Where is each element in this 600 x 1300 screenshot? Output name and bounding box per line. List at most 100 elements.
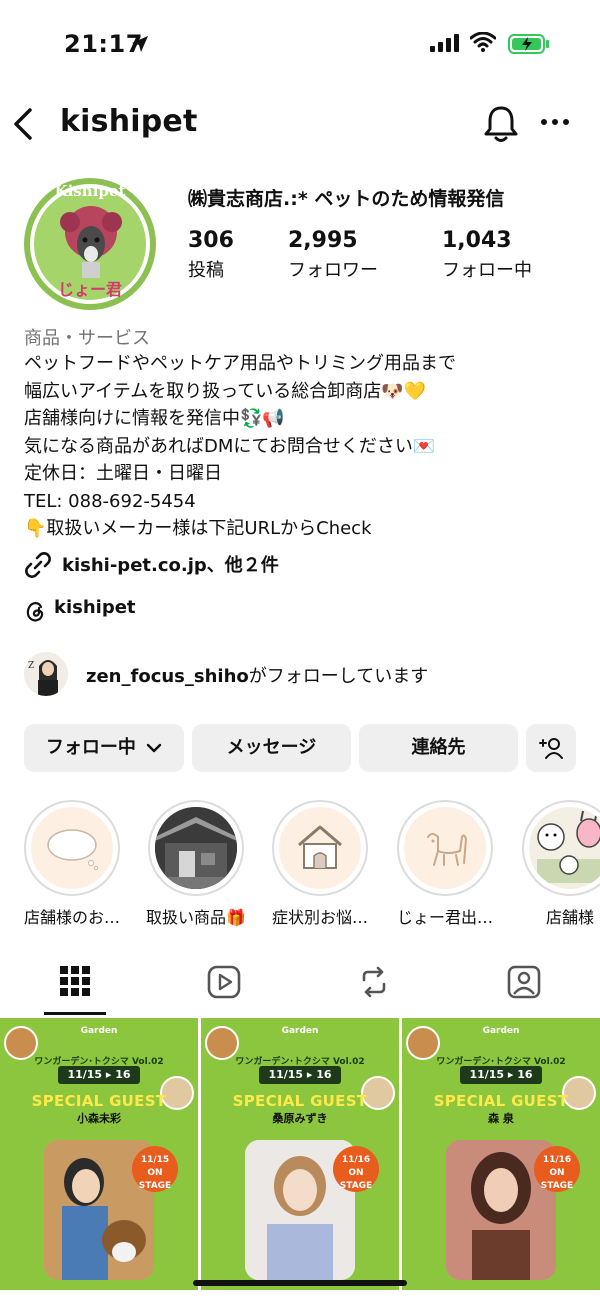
follower-username[interactable]: zen_focus_shiho: [86, 666, 249, 687]
on-stage-badge: 11/16 ON STAGE: [333, 1146, 379, 1192]
post-tile[interactable]: Garden ワンガーデン･トクシマ Vol.02 11/15 ▸ 16 SPE…: [0, 1018, 198, 1290]
home-indicator[interactable]: [193, 1280, 407, 1286]
highlight-label: 店舗様のお…: [23, 908, 120, 927]
tab-reposts[interactable]: [356, 964, 392, 1004]
location-arrow-icon: [130, 34, 150, 58]
add-person-button[interactable]: [526, 724, 576, 772]
followed-by[interactable]: Z zen_focus_shihoがフォローしています: [24, 652, 584, 696]
highlight-joe[interactable]: じょー君出…: [395, 800, 495, 928]
highlight-label: じょー君出…: [396, 908, 493, 927]
followed-by-text: zen_focus_shihoがフォローしています: [86, 662, 428, 688]
post-tile[interactable]: Garden ワンガーデン･トクシマ Vol.02 11/15 ▸ 16 SPE…: [402, 1018, 600, 1290]
post-dates: 11/15 ▸ 16: [259, 1066, 341, 1084]
bio-line: 幅広いアイテムを取り扱っている総合卸商店🐶💛: [24, 380, 427, 402]
stat-followers[interactable]: 2,995 フォロワー: [288, 228, 378, 282]
contact-button[interactable]: 連絡先: [359, 724, 518, 772]
post-headline: SPECIAL GUEST: [31, 1092, 167, 1110]
more-options-icon[interactable]: [540, 112, 570, 131]
on-stage-badge: 11/16 ON STAGE: [534, 1146, 580, 1192]
bio-line: TEL: 088-692-5454: [24, 490, 196, 512]
followed-by-suffix: がフォローしています: [248, 666, 429, 687]
badge-date: 11/16: [542, 1155, 572, 1165]
header-username: kishipet: [60, 104, 198, 139]
post-dates: 11/15 ▸ 16: [58, 1066, 140, 1084]
bio-line: 気になる商品があればDMにてお問合せください💌: [24, 435, 436, 457]
display-name: ㈱貴志商店.:* ペットのため情報発信: [188, 188, 505, 210]
badge-text: ON STAGE: [540, 1168, 574, 1191]
post-brand: Garden: [482, 1026, 520, 1036]
bio-line: 定休日：土曜日・日曜日: [24, 463, 222, 484]
dog-photo-icon: [60, 206, 122, 278]
bio-line: 👇取扱いメーカー様は下記URLからCheck: [24, 518, 372, 539]
stat-following[interactable]: 1,043 フォロー中: [442, 228, 532, 282]
stat-value: 2,995: [288, 228, 358, 253]
post-guest-name: 森 泉: [488, 1112, 514, 1125]
message-button-label: メッセージ: [226, 737, 317, 758]
highlight-symptoms[interactable]: 症状別お悩…: [270, 800, 370, 928]
svg-text:Z: Z: [28, 661, 34, 671]
highlight-label: 取扱い商品🎁: [146, 908, 246, 927]
following-button-label: フォロー中: [45, 737, 136, 758]
on-stage-badge: 11/15 ON STAGE: [132, 1146, 178, 1192]
chevron-down-icon: [146, 743, 162, 753]
bell-icon[interactable]: [484, 104, 518, 148]
highlight-label: 店舗様: [545, 908, 594, 927]
stat-posts[interactable]: 306 投稿: [188, 228, 234, 282]
highlight-store-info[interactable]: 店舗様のお…: [22, 800, 122, 928]
speech-bubble-icon: [47, 829, 99, 871]
post-headline: SPECIAL GUEST: [433, 1092, 569, 1110]
avatar-brand-text: Kishipet: [54, 182, 126, 200]
profile-category: 商品・サービス: [24, 328, 150, 349]
badge-text: ON STAGE: [138, 1168, 172, 1191]
post-brand: Garden: [80, 1026, 118, 1036]
stat-value: 1,043: [442, 228, 512, 253]
character-stickers: [537, 810, 600, 883]
dog-outline-icon: [427, 833, 468, 866]
highlight-stores[interactable]: 店舗様: [520, 800, 600, 928]
repost-icon: [362, 966, 386, 998]
highlight-products[interactable]: 取扱い商品🎁: [146, 800, 246, 928]
highlight-label: 症状別お悩…: [271, 908, 368, 927]
threads-icon: [26, 602, 44, 622]
posts-grid: Garden ワンガーデン･トクシマ Vol.02 11/15 ▸ 16 SPE…: [0, 1018, 600, 1300]
battery-charging-icon: [508, 34, 550, 58]
post-guest-name: 小森未彩: [77, 1112, 121, 1125]
post-guest-name: 桑原みずき: [272, 1112, 328, 1125]
post-brand: Garden: [281, 1026, 319, 1036]
back-arrow-icon[interactable]: [12, 106, 34, 146]
post-dates: 11/15 ▸ 16: [460, 1066, 542, 1084]
link-icon: [25, 552, 51, 578]
warehouse-photo: [155, 807, 237, 889]
threads-username[interactable]: kishipet: [54, 597, 136, 618]
bio-line: ペットフードやペットケア用品やトリミング用品まで: [24, 353, 456, 374]
add-person-icon: [539, 738, 563, 759]
status-bar: 21:17: [0, 0, 600, 92]
tab-tagged[interactable]: [506, 964, 542, 1004]
tab-reels[interactable]: [206, 964, 242, 1004]
badge-date: 11/15: [140, 1155, 170, 1165]
profile-bio: ペットフードやペットケア用品やトリミング用品まで 幅広いアイテムを取り扱っている…: [24, 350, 584, 543]
stat-label: 投稿: [188, 260, 224, 281]
post-tile[interactable]: Garden ワンガーデン･トクシマ Vol.02 11/15 ▸ 16 SPE…: [201, 1018, 399, 1290]
stat-label: フォロー中: [442, 260, 532, 281]
following-button[interactable]: フォロー中: [24, 724, 184, 772]
message-button[interactable]: メッセージ: [192, 724, 351, 772]
stat-label: フォロワー: [288, 260, 378, 281]
stat-value: 306: [188, 228, 234, 253]
tab-grid[interactable]: [58, 964, 92, 1002]
content-tabs: [0, 950, 600, 1018]
badge-date: 11/16: [341, 1155, 371, 1165]
cellular-signal-icon: [430, 34, 460, 56]
doghouse-icon: [298, 825, 342, 869]
profile-avatar[interactable]: Kishipet じょー君: [24, 178, 156, 310]
contact-button-label: 連絡先: [411, 737, 466, 758]
follower-avatar[interactable]: Z: [24, 652, 68, 696]
active-tab-indicator: [44, 1012, 106, 1015]
badge-text: ON STAGE: [339, 1168, 373, 1191]
wifi-icon: [469, 31, 497, 56]
post-headline: SPECIAL GUEST: [232, 1092, 368, 1110]
tagged-person-icon: [507, 965, 541, 999]
profile-header: kishipet: [0, 100, 600, 150]
link-text[interactable]: kishi-pet.co.jp、他２件: [62, 551, 279, 577]
avatar-name-text: じょー君: [57, 280, 122, 299]
